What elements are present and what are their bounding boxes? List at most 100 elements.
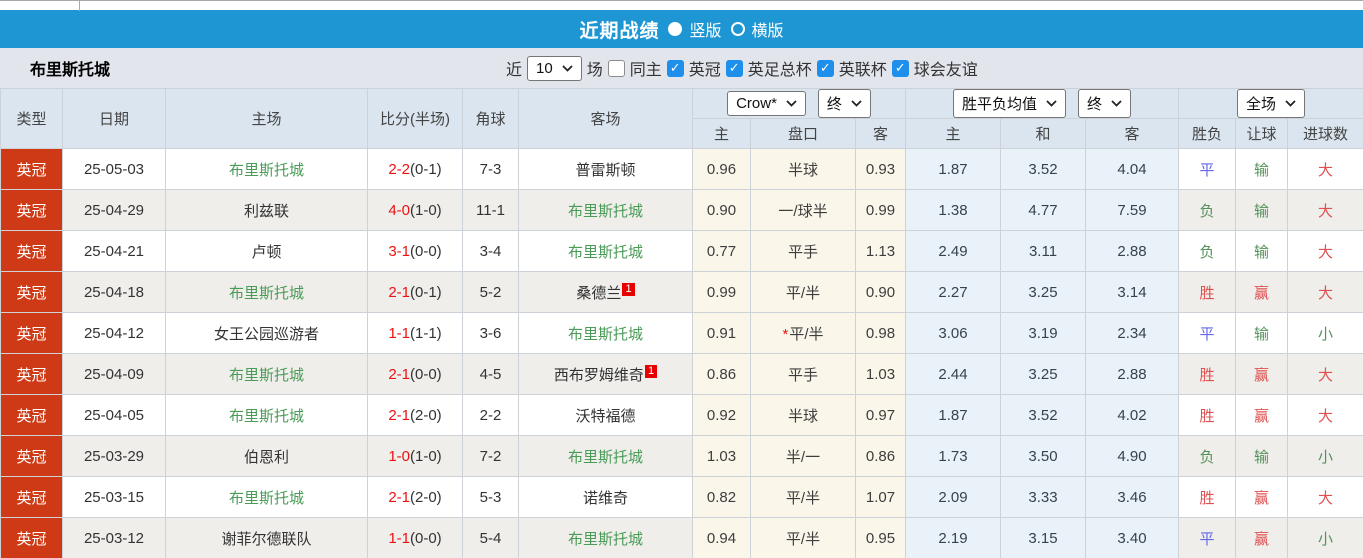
recent-label: 近 (506, 62, 523, 79)
goals-over-under-cell: 大 (1287, 353, 1363, 395)
odds-line-cell: 半球 (750, 148, 856, 190)
home-team-name[interactable]: 布里斯托城 (229, 367, 304, 384)
result-cell: 平 (1178, 148, 1237, 190)
col-header-type: 类型 (0, 88, 63, 149)
away-team-cell[interactable]: 布里斯托城 (518, 312, 693, 354)
halftime-score: (0-0) (410, 365, 442, 383)
league-badge: 英冠 (0, 148, 63, 190)
away-team-cell[interactable]: 西布罗姆维奇 1 (518, 353, 693, 395)
odds-line-cell: 平/半 (750, 476, 856, 518)
fulltime-select[interactable]: 全场 (1237, 89, 1306, 118)
table-row: 英冠 25-03-29 伯恩利 1-0(1-0) 7-2 布里斯托城 1.03 … (0, 435, 1363, 477)
away-team-cell[interactable]: 沃特福德 (518, 394, 693, 436)
home-team-name[interactable]: 女王公园巡游者 (214, 326, 319, 343)
away-team-name[interactable]: 布里斯托城 (568, 449, 643, 466)
horizontal-layout-label[interactable]: 横版 (752, 17, 784, 41)
away-team-name[interactable]: 布里斯托城 (568, 531, 643, 548)
home-team-cell[interactable]: 谢菲尔德联队 (165, 517, 368, 558)
odds-away-cell: 0.90 (854, 271, 907, 313)
home-team-name[interactable]: 布里斯托城 (229, 408, 304, 425)
chevron-down-icon (1046, 100, 1057, 107)
wdl-home-odds-cell: 1.87 (905, 394, 1002, 436)
wdl-draw-odds-cell: 3.25 (1000, 271, 1087, 313)
handicap-time-select[interactable]: 终 (817, 89, 871, 118)
handicap-result-cell: 输 (1235, 312, 1289, 354)
wdl-away-odds-cell: 3.46 (1085, 476, 1180, 518)
wdl-time-select[interactable]: 终 (1078, 89, 1132, 118)
col-header-wdl-away: 客 (1085, 118, 1180, 149)
team-name: 布里斯托城 (30, 62, 111, 79)
home-team-cell[interactable]: 布里斯托城 (165, 394, 368, 436)
vertical-layout-radio[interactable] (668, 22, 683, 36)
fulltime-score: 1-0 (388, 447, 410, 465)
table-row: 英冠 25-04-09 布里斯托城 2-1(0-0) 4-5 西布罗姆维奇 1 0… (0, 353, 1363, 395)
score-cell: 2-1(2-0) (367, 476, 463, 518)
filter-bar: 近 10 场 同主 英冠 英足总杯 英联杯 球会友谊 (506, 48, 978, 88)
home-team-name[interactable]: 利兹联 (244, 203, 289, 220)
away-team-name[interactable]: 普雷斯顿 (575, 162, 635, 179)
home-team-name[interactable]: 卢顿 (251, 244, 281, 261)
score-cell: 1-0(1-0) (367, 435, 463, 477)
fulltime-score: 4-0 (388, 201, 410, 219)
wdl-average-select[interactable]: 胜平负均值 (953, 89, 1067, 118)
league-badge: 英冠 (0, 353, 63, 395)
away-team-name[interactable]: 沃特福德 (575, 408, 635, 425)
away-team-name[interactable]: 布里斯托城 (568, 326, 643, 343)
corners-cell: 7-3 (462, 148, 519, 190)
away-team-name[interactable]: 桑德兰 (576, 285, 621, 302)
home-team-name[interactable]: 谢菲尔德联队 (221, 531, 311, 548)
home-team-cell[interactable]: 布里斯托城 (165, 148, 368, 190)
fulltime-score: 2-1 (388, 406, 410, 424)
home-team-name[interactable]: 伯恩利 (244, 449, 289, 466)
away-team-name[interactable]: 布里斯托城 (568, 203, 643, 220)
wdl-away-odds-cell: 4.02 (1085, 394, 1180, 436)
horizontal-layout-radio[interactable] (730, 22, 745, 36)
home-team-cell[interactable]: 布里斯托城 (165, 271, 368, 313)
filter-checkbox-league-cup[interactable] (816, 59, 834, 77)
wdl-away-odds-cell: 2.88 (1085, 230, 1180, 272)
filter-checkbox-fa-cup[interactable] (725, 59, 743, 77)
away-team-cell[interactable]: 诺维奇 (518, 476, 693, 518)
home-team-cell[interactable]: 布里斯托城 (165, 476, 368, 518)
league-badge: 英冠 (0, 394, 63, 436)
handicap-line: 平/半 (785, 284, 821, 302)
away-team-cell[interactable]: 布里斯托城 (518, 230, 693, 272)
vertical-layout-label[interactable]: 竖版 (689, 17, 721, 41)
same-home-checkbox[interactable] (607, 59, 625, 77)
home-team-cell[interactable]: 卢顿 (165, 230, 368, 272)
filter-checkbox-championship[interactable] (666, 59, 684, 77)
away-team-cell[interactable]: 布里斯托城 (518, 189, 693, 231)
odds-home-cell: 0.99 (692, 271, 751, 313)
home-team-cell[interactable]: 女王公园巡游者 (165, 312, 368, 354)
filter-label-fa-cup: 英足总杯 (747, 62, 812, 79)
halftime-score: (2-0) (410, 406, 442, 424)
handicap-result-cell: 赢 (1235, 271, 1289, 313)
filter-checkbox-club-friendly[interactable] (891, 59, 909, 77)
home-team-cell[interactable]: 伯恩利 (165, 435, 368, 477)
home-team-cell[interactable]: 布里斯托城 (165, 353, 368, 395)
bookmaker-select[interactable]: Crow* (727, 91, 806, 116)
away-team-cell[interactable]: 布里斯托城 (518, 435, 693, 477)
wdl-draw-odds-cell: 3.19 (1000, 312, 1087, 354)
away-team-name[interactable]: 西布罗姆维奇 (554, 367, 644, 384)
fulltime-score: 2-1 (388, 283, 410, 301)
goals-over-under-cell: 大 (1287, 230, 1363, 272)
score-cell: 2-2(0-1) (367, 148, 463, 190)
recent-count-select[interactable]: 10 (527, 55, 582, 81)
corners-cell: 3-6 (462, 312, 519, 354)
odds-line-cell: 半球 (750, 394, 856, 436)
away-team-cell[interactable]: 布里斯托城 (518, 517, 693, 558)
home-team-name[interactable]: 布里斯托城 (229, 285, 304, 302)
home-team-name[interactable]: 布里斯托城 (229, 162, 304, 179)
col-header-odds-away: 客 (854, 118, 907, 149)
away-team-cell[interactable]: 普雷斯顿 (518, 148, 693, 190)
goals-over-under-cell: 大 (1287, 394, 1363, 436)
col-header-handicap: 让球 (1235, 118, 1289, 149)
away-team-name[interactable]: 布里斯托城 (568, 244, 643, 261)
away-team-cell[interactable]: 桑德兰 1 (518, 271, 693, 313)
home-team-name[interactable]: 布里斯托城 (229, 490, 304, 507)
home-team-cell[interactable]: 利兹联 (165, 189, 368, 231)
date-cell: 25-05-03 (62, 148, 166, 190)
chevron-down-icon (1111, 100, 1122, 107)
away-team-name[interactable]: 诺维奇 (583, 490, 628, 507)
